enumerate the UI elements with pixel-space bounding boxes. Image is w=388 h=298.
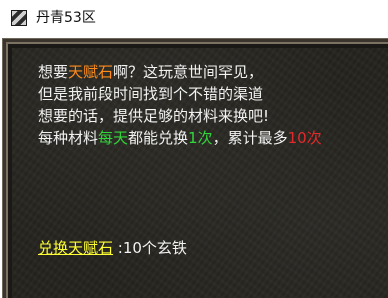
dialog-line-4-pre: 每种材料 [38, 129, 99, 147]
dialog-line-1-pre: 想要 [38, 63, 69, 81]
window-title: 丹青53区 [36, 10, 96, 26]
total-count-highlight: 10次 [287, 129, 322, 147]
dialog-line-2: 但是我前段时间找到个不错的渠道 [38, 85, 264, 103]
dialog-line-4-sep: ，累计最多 [212, 129, 288, 147]
dialog-line-1: 想要天赋石啊？这玩意世间罕见， [38, 61, 322, 83]
dialog-line-1-post: 啊？这玩意世间罕见， [113, 63, 264, 81]
npc-dialog-panel: 想要天赋石啊？这玩意世间罕见， 但是我前段时间找到个不错的渠道 想要的话，提供足… [12, 48, 388, 298]
game-app-icon [11, 10, 27, 26]
window-titlebar: 丹青53区 [0, 0, 388, 38]
exchange-cost-label: :10个玄铁 [113, 239, 187, 257]
npc-dialog-text: 想要天赋石啊？这玩意世间罕见， 但是我前段时间找到个不错的渠道 想要的话，提供足… [38, 61, 322, 149]
exchange-option-row: 兑换天赋石 :10个玄铁 [38, 238, 187, 258]
dialog-line-4-mid: 都能兑换 [128, 129, 189, 147]
daily-count-highlight: 1次 [188, 129, 213, 147]
dialog-line-3: 想要的话，提供足够的材料来换吧! [38, 107, 270, 125]
talent-stone-highlight: 天赋石 [68, 63, 114, 81]
npc-dialog-frame: 想要天赋石啊？这玩意世间罕见， 但是我前段时间找到个不错的渠道 想要的话，提供足… [2, 38, 388, 298]
dialog-line-4: 每种材料每天都能兑换1次，累计最多10次 [38, 127, 322, 149]
npc-dialog-border: 想要天赋石啊？这玩意世间罕见， 但是我前段时间找到个不错的渠道 想要的话，提供足… [6, 42, 388, 298]
exchange-talent-stone-link[interactable]: 兑换天赋石 [38, 239, 113, 257]
daily-highlight: 每天 [98, 129, 129, 147]
